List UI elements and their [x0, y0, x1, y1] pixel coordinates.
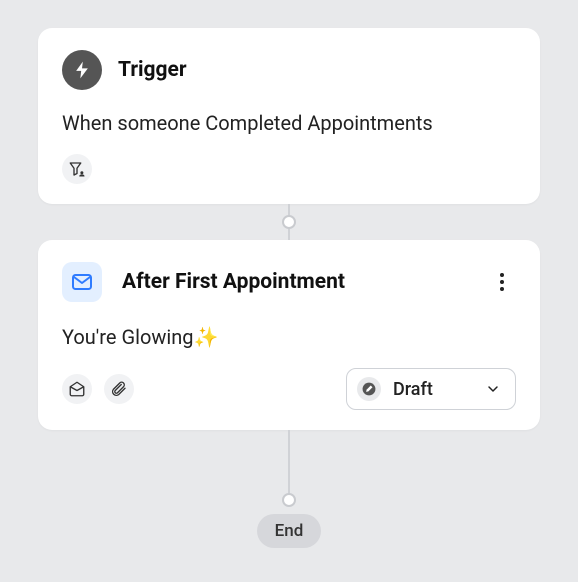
mail-open-icon[interactable]	[62, 374, 92, 404]
attachment-icon[interactable]	[104, 374, 134, 404]
add-node[interactable]	[282, 493, 296, 507]
trigger-header: Trigger	[62, 50, 516, 90]
action-card[interactable]: After First Appointment You're Glowing✨	[38, 240, 540, 430]
trigger-description: When someone Completed Appointments	[62, 110, 516, 136]
bolt-icon	[62, 50, 102, 90]
action-title: After First Appointment	[122, 270, 345, 294]
trigger-card[interactable]: Trigger When someone Completed Appointme…	[38, 28, 540, 204]
trigger-footer	[62, 154, 516, 184]
connector	[288, 430, 290, 500]
filter-person-icon[interactable]	[62, 154, 92, 184]
more-menu-button[interactable]	[488, 268, 516, 296]
status-label: Draft	[393, 379, 433, 400]
status-dropdown[interactable]: Draft	[346, 368, 516, 410]
chevron-down-icon	[485, 381, 501, 397]
mail-icon	[62, 262, 102, 302]
pencil-icon	[357, 377, 381, 401]
action-body: You're Glowing✨	[62, 324, 516, 350]
add-node[interactable]	[282, 215, 296, 229]
connector	[288, 204, 290, 240]
end-badge: End	[257, 514, 322, 548]
trigger-title: Trigger	[118, 58, 187, 82]
